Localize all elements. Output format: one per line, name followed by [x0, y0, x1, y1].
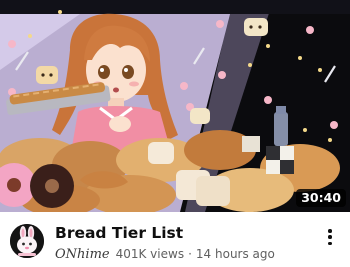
video-card[interactable]: 30:40 Bread Tier List ONhime 401K views …: [0, 0, 350, 267]
more-options-button[interactable]: [322, 226, 338, 248]
duration-badge: 30:40: [296, 189, 346, 207]
vertical-ellipsis-icon: [328, 229, 332, 233]
channel-avatar[interactable]: [10, 224, 44, 258]
upload-time: 14 hours ago: [195, 247, 275, 261]
ellipsis-dot: [328, 235, 332, 239]
thumbnail-art: [0, 0, 350, 212]
bunny-avatar-icon: [10, 224, 44, 258]
channel-name[interactable]: ONhime: [55, 247, 110, 262]
channel-info-row: ONhime 401K views · 14 hours ago: [55, 245, 275, 263]
ellipsis-dot: [328, 241, 332, 245]
meta-separator: ·: [188, 247, 192, 261]
video-title[interactable]: Bread Tier List: [55, 224, 183, 242]
video-thumbnail[interactable]: 30:40: [0, 0, 350, 212]
video-metadata: Bread Tier List ONhime 401K views · 14 h…: [0, 212, 350, 267]
view-count: 401K views: [115, 247, 185, 261]
